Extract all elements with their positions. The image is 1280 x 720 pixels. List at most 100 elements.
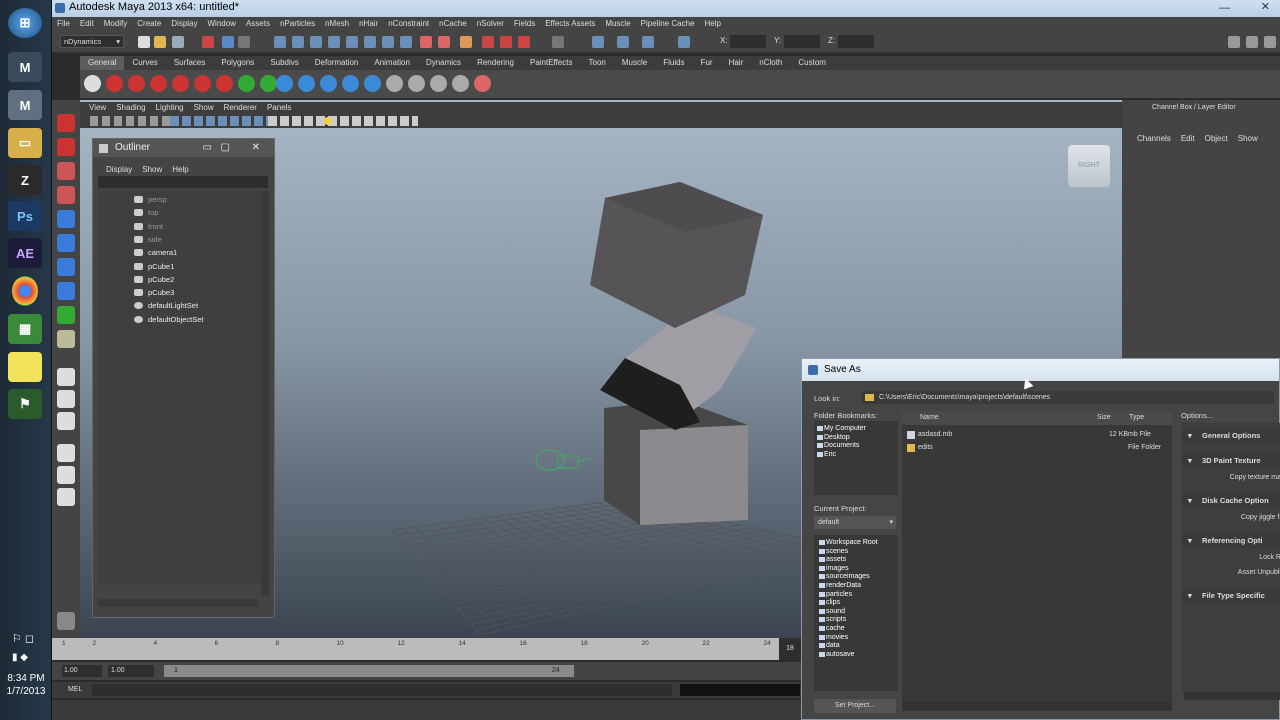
clock[interactable]: 8:34 PM 1/7/2013 <box>0 672 52 698</box>
outliner-scrollbar-vertical[interactable] <box>261 191 269 596</box>
snap-curve-icon[interactable] <box>292 36 304 48</box>
close-icon[interactable]: ✕ <box>252 139 260 157</box>
light-icon[interactable] <box>324 117 332 125</box>
x-coordinate-field[interactable] <box>730 35 766 48</box>
ncache-icon[interactable] <box>364 75 381 92</box>
attribute-editor-toggle-icon[interactable] <box>1228 36 1240 48</box>
time-slider[interactable]: 1 2 4 6 8 10 12 14 16 18 20 22 24 18 <box>52 638 802 660</box>
spreadsheet-icon[interactable]: ▦ <box>8 314 42 344</box>
range-inner-start-field[interactable]: 1.00 <box>108 665 154 677</box>
select-hierarchy-icon[interactable] <box>202 36 214 48</box>
project-dir-item[interactable]: data <box>819 642 840 651</box>
menu-create[interactable]: Create <box>132 17 166 31</box>
outliner-window[interactable]: Outliner ▭ ▢ ✕ Display Show Help persp top f… <box>92 138 275 618</box>
nparticle-icon[interactable] <box>298 75 315 92</box>
scale-tool-icon[interactable] <box>57 234 75 252</box>
manipulator-icon[interactable] <box>57 258 75 276</box>
open-scene-icon[interactable] <box>154 36 166 48</box>
range-bar[interactable]: 1 24 <box>164 665 574 677</box>
outliner-item[interactable]: persp <box>134 193 167 206</box>
viewport-menu-view[interactable]: View <box>84 102 111 114</box>
layout-two-icon[interactable] <box>57 412 75 430</box>
outliner-item[interactable]: pCube1 <box>134 260 174 273</box>
shelf-tab-general[interactable]: General <box>80 56 125 70</box>
set-project-button[interactable]: Set Project... <box>814 699 896 713</box>
menu-pipeline-cache[interactable]: Pipeline Cache <box>636 17 700 31</box>
tray-icons[interactable]: ⚐ ◻ <box>12 632 34 645</box>
menu-edit[interactable]: Edit <box>75 17 99 31</box>
nsolver-icon[interactable] <box>386 75 403 92</box>
file-row[interactable]: asdasd.mb 12 KB mb File <box>902 429 1172 441</box>
project-dir-item[interactable]: sourceimages <box>819 573 870 582</box>
show-manip-icon[interactable] <box>57 306 75 324</box>
rotate-tool-icon[interactable] <box>57 210 75 228</box>
layout-hypershade-icon[interactable] <box>57 488 75 506</box>
outliner-menu-help[interactable]: Help <box>167 163 193 177</box>
outliner-menu-display[interactable]: Display <box>101 163 137 177</box>
shelf-menu-icon[interactable] <box>84 75 101 92</box>
new-scene-icon[interactable] <box>138 36 150 48</box>
chrome-icon[interactable] <box>12 276 38 306</box>
menu-muscle[interactable]: Muscle <box>600 17 635 31</box>
outliner-filter-field[interactable] <box>98 176 268 188</box>
tray-volume-icon[interactable]: ▮ ◆ <box>12 652 28 663</box>
after-effects-icon[interactable]: AE <box>8 238 42 268</box>
range-start-field[interactable]: 1.00 <box>62 665 102 677</box>
select-component-icon[interactable] <box>238 36 250 48</box>
soft-mod-icon[interactable] <box>57 282 75 300</box>
channel-box-menu-edit[interactable]: Edit <box>1176 132 1200 146</box>
menu-modify[interactable]: Modify <box>99 17 133 31</box>
layout-persp-outliner-icon[interactable] <box>57 444 75 462</box>
channel-box-menu-object[interactable]: Object <box>1200 132 1233 146</box>
history-icon[interactable] <box>364 36 376 48</box>
bookmark-item[interactable]: My Computer <box>817 425 866 434</box>
project-dir-item[interactable]: scenes <box>819 548 848 557</box>
render-settings-icon[interactable] <box>460 36 472 48</box>
ncloth-create-icon[interactable] <box>276 75 293 92</box>
project-dir-item[interactable]: cache <box>819 625 845 634</box>
channel-box-toggle-icon[interactable] <box>1264 36 1276 48</box>
shelf-tab-subdivs[interactable]: Subdivs <box>262 56 306 70</box>
layout-four-icon[interactable] <box>57 390 75 408</box>
project-dir-item[interactable]: Workspace Root <box>819 539 878 548</box>
menu-window[interactable]: Window <box>203 17 241 31</box>
maya-icon[interactable]: M <box>8 52 42 82</box>
outliner-menu-show[interactable]: Show <box>137 163 167 177</box>
shelf-tab-toon[interactable]: Toon <box>581 56 614 70</box>
outliner-item[interactable]: front <box>134 220 163 233</box>
delete-cache-icon[interactable] <box>452 75 469 92</box>
menu-nconstraint[interactable]: nConstraint <box>383 17 434 31</box>
channel-box-icon[interactable] <box>678 36 690 48</box>
file-row[interactable]: edits File Folder <box>902 442 1172 454</box>
column-name-header[interactable]: Name <box>920 414 939 421</box>
outliner-item[interactable]: pCube2 <box>134 273 174 286</box>
project-dir-item[interactable]: clips <box>819 599 840 608</box>
current-project-select[interactable]: default ▾ <box>814 516 896 529</box>
layout-graph-icon[interactable] <box>57 466 75 484</box>
y-coordinate-field[interactable] <box>784 35 820 48</box>
field-icon[interactable] <box>194 75 211 92</box>
start-orb-icon[interactable]: ⊞ <box>8 8 42 38</box>
make-live-icon[interactable] <box>346 36 358 48</box>
snap-plane-icon[interactable] <box>328 36 340 48</box>
photoshop-icon[interactable]: Ps <box>8 201 42 231</box>
sticky-notes-icon[interactable] <box>8 352 42 382</box>
menuset-select[interactable]: nDynamics ▾ <box>60 35 124 48</box>
shelf-tab-custom[interactable]: Custom <box>790 56 834 70</box>
ipr-render-icon[interactable] <box>438 36 450 48</box>
viewport-menu-lighting[interactable]: Lighting <box>151 102 189 114</box>
outliner-item[interactable]: side <box>134 233 162 246</box>
snap-point-icon[interactable] <box>310 36 322 48</box>
outliner-item[interactable]: defaultLightSet <box>134 299 198 312</box>
zbrush-icon[interactable]: Z <box>8 165 42 195</box>
menu-fields[interactable]: Fields <box>509 17 540 31</box>
panel-layout-icon[interactable] <box>592 36 604 48</box>
menu-nparticles[interactable]: nParticles <box>275 17 320 31</box>
outliner-icon[interactable] <box>617 36 629 48</box>
options-section[interactable]: ▾ Disk Cache Option <box>1182 494 1280 508</box>
minimize-icon[interactable]: — <box>1219 2 1230 14</box>
emitter-icon[interactable] <box>150 75 167 92</box>
file-list-scrollbar[interactable] <box>902 702 1172 711</box>
camera1-object[interactable] <box>535 449 591 471</box>
viewcube[interactable]: RIGHT <box>1068 145 1110 187</box>
